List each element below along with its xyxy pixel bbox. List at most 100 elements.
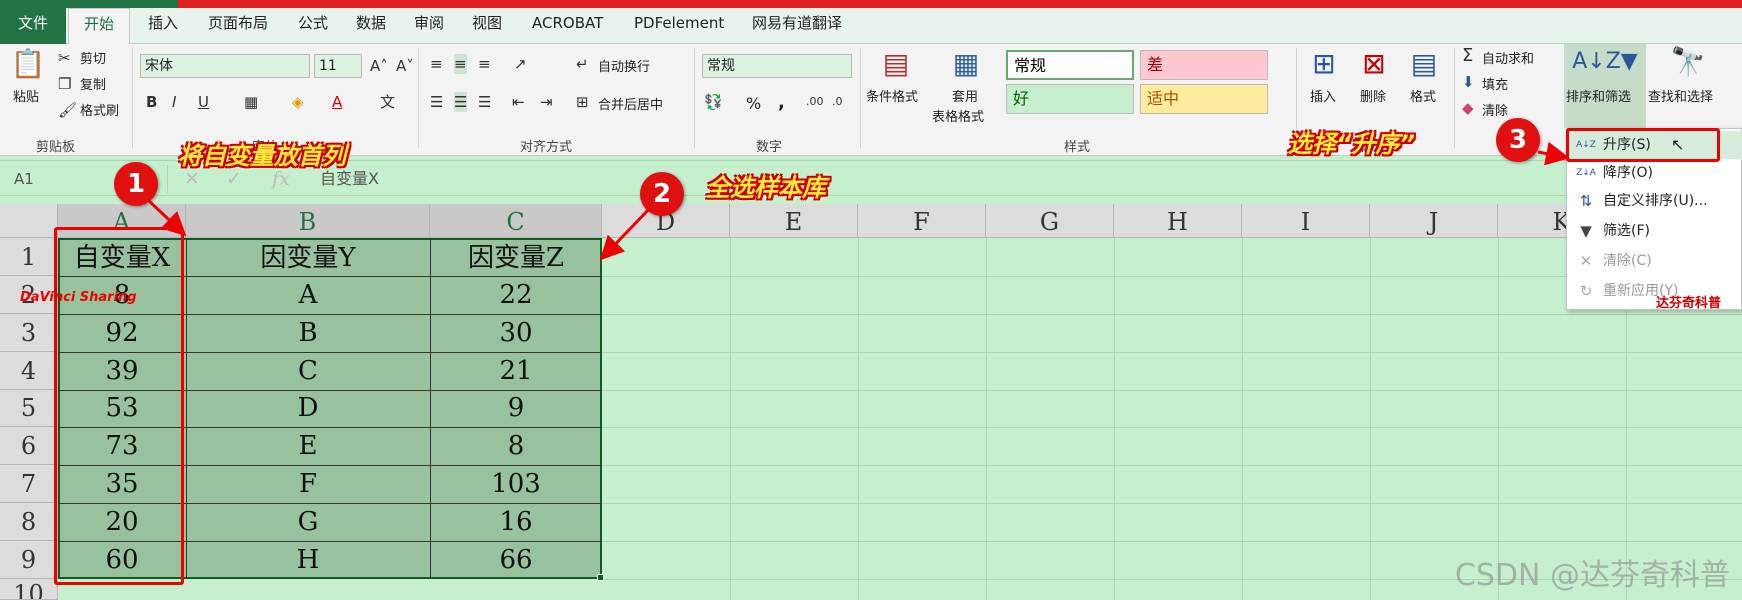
tab-review[interactable]: 审阅 xyxy=(414,8,444,44)
table-cell[interactable]: 21 xyxy=(430,352,602,390)
table-cell[interactable]: 9 xyxy=(430,390,602,427)
menu-item-clear[interactable]: ✕ 清除(C) xyxy=(1567,247,1742,275)
table-header-cell[interactable]: 因变量Z xyxy=(430,238,602,276)
align-bottom-icon[interactable]: ≡ xyxy=(478,54,491,74)
orientation-icon[interactable]: ↗ xyxy=(514,54,527,74)
menu-item-sort-descending[interactable]: Z↓A 降序(O) xyxy=(1567,159,1742,187)
shrink-font-icon[interactable]: A˅ xyxy=(396,56,414,76)
format-cells-icon[interactable]: ▤ xyxy=(1404,48,1444,80)
border-icon[interactable]: ▦ xyxy=(244,92,258,112)
style-normal[interactable]: 常规 xyxy=(1006,50,1134,80)
tab-formulas[interactable]: 公式 xyxy=(298,8,328,44)
autosum-icon[interactable]: Σ xyxy=(1462,46,1473,66)
insert-cells-icon[interactable]: ⊞ xyxy=(1304,48,1344,80)
column-header[interactable]: F xyxy=(858,204,986,238)
column-header[interactable]: C xyxy=(430,204,602,238)
cut-button[interactable]: 剪切 xyxy=(80,48,106,67)
find-select-button[interactable]: 查找和选择 xyxy=(1648,86,1713,105)
font-color-icon[interactable]: A xyxy=(332,92,342,112)
row-header[interactable]: 5 xyxy=(0,390,58,427)
tab-file[interactable]: 文件 xyxy=(0,8,66,44)
row-header[interactable]: 1 xyxy=(0,238,58,276)
tab-data[interactable]: 数据 xyxy=(356,8,386,44)
grow-font-icon[interactable]: A˄ xyxy=(370,56,388,76)
table-format-icon[interactable]: ▦ xyxy=(946,48,986,80)
wrap-text-button[interactable]: 自动换行 xyxy=(598,56,650,75)
currency-icon[interactable]: 💱 xyxy=(704,92,723,112)
align-left-icon[interactable]: ☰ xyxy=(430,92,443,112)
fill-icon[interactable]: ⬇ xyxy=(1462,72,1475,92)
merge-center-button[interactable]: 合并后居中 xyxy=(598,94,663,113)
underline-icon[interactable]: U xyxy=(198,92,209,112)
comma-button[interactable]: , xyxy=(778,92,785,113)
tab-pdfelement[interactable]: PDFelement xyxy=(634,8,724,44)
increase-decimal-icon[interactable]: .00 xyxy=(806,92,824,112)
table-cell[interactable]: B xyxy=(186,314,430,352)
row-header[interactable]: 8 xyxy=(0,503,58,541)
percent-button[interactable]: % xyxy=(746,94,761,113)
column-header[interactable]: B xyxy=(186,204,430,238)
delete-cells-icon[interactable]: ⊠ xyxy=(1354,48,1394,80)
row-header[interactable]: 10 xyxy=(0,579,58,600)
number-format-select[interactable]: 常规 xyxy=(702,54,852,78)
paste-button[interactable]: 粘贴 xyxy=(13,86,39,105)
copy-button[interactable]: 复制 xyxy=(80,74,106,93)
decrease-indent-icon[interactable]: ⇤ xyxy=(512,92,525,112)
increase-indent-icon[interactable]: ⇥ xyxy=(540,92,553,112)
row-header[interactable]: 9 xyxy=(0,541,58,579)
table-cell[interactable]: 30 xyxy=(430,314,602,352)
tab-view[interactable]: 视图 xyxy=(472,8,502,44)
style-good[interactable]: 好 xyxy=(1006,84,1134,114)
table-format-line1[interactable]: 套用 xyxy=(952,86,978,105)
menu-item-custom-sort[interactable]: ⇅ 自定义排序(U)... xyxy=(1567,187,1742,215)
column-header[interactable]: E xyxy=(730,204,858,238)
clear-button[interactable]: 清除 xyxy=(1482,100,1508,119)
format-painter-icon[interactable]: 🖌 xyxy=(58,100,77,120)
menu-item-filter[interactable]: ▼ 筛选(F) xyxy=(1567,217,1742,245)
phonetic-icon[interactable]: 文 xyxy=(380,92,395,112)
eraser-icon[interactable]: ◆ xyxy=(1462,98,1474,118)
fill-handle[interactable] xyxy=(597,574,604,581)
column-header[interactable]: J xyxy=(1370,204,1498,238)
row-header[interactable]: 7 xyxy=(0,465,58,503)
insert-cells-button[interactable]: 插入 xyxy=(1310,86,1336,105)
row-header[interactable]: 4 xyxy=(0,352,58,390)
style-bad[interactable]: 差 xyxy=(1140,50,1268,80)
row-header[interactable]: 6 xyxy=(0,427,58,465)
table-cell[interactable]: 103 xyxy=(430,465,602,503)
conditional-format-button[interactable]: 条件格式 xyxy=(866,86,918,105)
bold-icon[interactable]: B xyxy=(146,92,157,112)
table-cell[interactable]: C xyxy=(186,352,430,390)
table-cell[interactable]: H xyxy=(186,541,430,579)
tab-youdao[interactable]: 网易有道翻译 xyxy=(752,8,842,44)
decrease-decimal-icon[interactable]: .0 xyxy=(832,92,843,112)
fill-button[interactable]: 填充 xyxy=(1482,74,1508,93)
table-cell[interactable]: 16 xyxy=(430,503,602,541)
column-header[interactable]: I xyxy=(1242,204,1370,238)
table-format-line2[interactable]: 表格格式 xyxy=(932,106,984,125)
wrap-text-icon[interactable]: ↵ xyxy=(576,54,589,74)
tab-home[interactable]: 开始 xyxy=(68,8,130,44)
scissors-icon[interactable]: ✂ xyxy=(58,48,71,68)
table-cell[interactable]: 8 xyxy=(430,427,602,465)
table-header-cell[interactable]: 因变量Y xyxy=(186,238,430,276)
conditional-format-icon[interactable]: ▤ xyxy=(876,48,916,80)
align-middle-icon[interactable]: ≡ xyxy=(454,54,467,74)
worksheet-grid[interactable]: A B C D E F G H I J K 1 2 3 4 5 6 7 8 9 … xyxy=(0,204,1742,600)
format-painter-button[interactable]: 格式刷 xyxy=(80,100,119,119)
font-size-select[interactable]: 11 xyxy=(314,54,362,78)
table-cell[interactable]: E xyxy=(186,427,430,465)
delete-cells-button[interactable]: 删除 xyxy=(1360,86,1386,105)
column-header[interactable]: H xyxy=(1114,204,1242,238)
table-cell[interactable]: 66 xyxy=(430,541,602,579)
fill-color-icon[interactable]: ◈ xyxy=(292,92,304,112)
paste-icon[interactable]: 📋 xyxy=(10,48,46,80)
binoculars-icon[interactable]: 🔭 xyxy=(1668,46,1708,78)
align-top-icon[interactable]: ≡ xyxy=(430,54,443,74)
table-cell[interactable]: 22 xyxy=(430,276,602,314)
style-neutral[interactable]: 适中 xyxy=(1140,84,1268,114)
tab-page-layout[interactable]: 页面布局 xyxy=(208,8,268,44)
column-header[interactable]: G xyxy=(986,204,1114,238)
sort-filter-button[interactable]: A↓Z▼ 排序和筛选 xyxy=(1564,44,1646,128)
table-cell[interactable]: F xyxy=(186,465,430,503)
